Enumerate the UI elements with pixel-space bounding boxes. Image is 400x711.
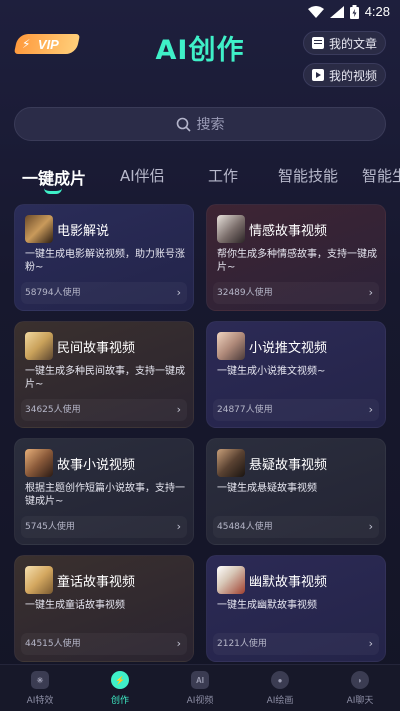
- chevron-right-icon: ›: [368, 520, 373, 533]
- usage-count: 2121人使用: [217, 639, 267, 649]
- card-thumbnail: [25, 332, 53, 360]
- wifi-icon: [307, 5, 324, 18]
- chevron-right-icon: ›: [368, 286, 373, 299]
- card-suspense-story[interactable]: 悬疑故事视频 一键生成悬疑故事视频 45484人使用 ›: [206, 438, 386, 545]
- nav-ai-chat[interactable]: ◗ AI聊天: [330, 671, 390, 706]
- my-articles-button[interactable]: 我的文章: [302, 31, 386, 55]
- tab-work[interactable]: 工作: [208, 165, 238, 186]
- usage-count: 24877人使用: [217, 405, 273, 415]
- card-title: 民间故事视频: [57, 341, 136, 356]
- palette-icon: ●: [271, 671, 289, 689]
- card-title: 悬疑故事视频: [249, 458, 328, 473]
- card-humor-story[interactable]: 幽默故事视频 一键生成幽默故事视频 2121人使用 ›: [206, 555, 386, 662]
- signal-icon: [329, 5, 344, 18]
- my-videos-button[interactable]: 我的视频: [302, 63, 386, 87]
- card-fairy-tale[interactable]: 童话故事视频 一键生成童话故事视频 44515人使用 ›: [14, 555, 194, 662]
- card-title: 情感故事视频: [249, 224, 328, 239]
- status-icons: 4:28: [307, 4, 390, 19]
- sparkle-icon: ✳: [31, 671, 49, 689]
- usage-count: 32489人使用: [217, 288, 273, 298]
- usage-count: 45484人使用: [217, 522, 273, 532]
- battery-icon: [349, 4, 359, 19]
- card-movie-commentary[interactable]: 电影解说 一键生成电影解说视频，助力账号涨粉~ 58794人使用 ›: [14, 204, 194, 311]
- search-placeholder: 搜索: [196, 117, 225, 133]
- ai-video-icon: AI: [191, 671, 209, 689]
- card-novel-promo[interactable]: 小说推文视频 一键生成小说推文视频~ 24877人使用 ›: [206, 321, 386, 428]
- bottom-nav: ✳ AI特效 ⚡ 创作 AI AI视频 ● AI绘画 ◗ AI聊天: [0, 664, 400, 711]
- my-articles-label: 我的文章: [328, 36, 377, 51]
- card-description: 一键生成小说推文视频~: [217, 366, 326, 377]
- card-title: 幽默故事视频: [249, 575, 328, 590]
- tab-smart-skills[interactable]: 智能技能: [278, 165, 338, 186]
- chevron-right-icon: ›: [176, 637, 181, 650]
- card-description: 帮你生成多种情感故事，支持一键成片~: [217, 249, 377, 273]
- card-thumbnail: [217, 449, 245, 477]
- card-title: 小说推文视频: [249, 341, 328, 356]
- chat-icon: ◗: [351, 671, 369, 689]
- video-play-icon: [311, 69, 324, 81]
- card-title: 电影解说: [57, 224, 110, 239]
- nav-label: AI视频: [186, 696, 214, 706]
- nav-label: AI特效: [26, 696, 54, 706]
- tab-smart-gen[interactable]: 智能生: [362, 165, 400, 186]
- card-description: 一键生成童话故事视频: [25, 600, 125, 611]
- card-emotional-story[interactable]: 情感故事视频 帮你生成多种情感故事，支持一键成片~ 32489人使用 ›: [206, 204, 386, 311]
- chevron-right-icon: ›: [176, 403, 181, 416]
- bolt-icon: ⚡: [111, 671, 129, 689]
- card-thumbnail: [25, 566, 53, 594]
- card-thumbnail: [217, 332, 245, 360]
- card-description: 一键生成电影解说视频，助力账号涨粉~: [25, 249, 185, 273]
- usage-count: 34625人使用: [25, 405, 81, 415]
- chevron-right-icon: ›: [368, 637, 373, 650]
- tab-indicator: [44, 188, 62, 194]
- search-icon: [176, 117, 191, 132]
- document-icon: [311, 37, 324, 49]
- card-description: 一键生成悬疑故事视频: [217, 483, 317, 494]
- card-title: 故事小说视频: [57, 458, 136, 473]
- nav-create[interactable]: ⚡ 创作: [90, 671, 150, 706]
- usage-count: 5745人使用: [25, 522, 75, 532]
- tab-one-click[interactable]: 一键成片: [22, 165, 86, 189]
- card-folk-story[interactable]: 民间故事视频 一键生成多种民间故事，支持一键成片~ 34625人使用 ›: [14, 321, 194, 428]
- nav-ai-effects[interactable]: ✳ AI特效: [10, 671, 70, 706]
- chevron-right-icon: ›: [368, 403, 373, 416]
- chevron-right-icon: ›: [176, 520, 181, 533]
- card-thumbnail: [217, 566, 245, 594]
- status-bar: 4:28: [0, 0, 400, 24]
- card-thumbnail: [25, 215, 53, 243]
- card-title: 童话故事视频: [57, 575, 136, 590]
- nav-ai-video[interactable]: AI AI视频: [170, 671, 230, 706]
- nav-label: AI绘画: [266, 696, 294, 706]
- card-description: 一键生成幽默故事视频: [217, 600, 317, 611]
- card-description: 根据主题创作短篇小说故事，支持一键成片~: [25, 483, 185, 507]
- search-input[interactable]: 搜索: [14, 107, 386, 141]
- card-story-novel[interactable]: 故事小说视频 根据主题创作短篇小说故事，支持一键成片~ 5745人使用 ›: [14, 438, 194, 545]
- usage-count: 44515人使用: [25, 639, 81, 649]
- chevron-right-icon: ›: [176, 286, 181, 299]
- nav-label: 创作: [110, 696, 129, 706]
- usage-count: 58794人使用: [25, 288, 81, 298]
- tab-ai-companion[interactable]: AI伴侣: [120, 165, 165, 186]
- nav-ai-painting[interactable]: ● AI绘画: [250, 671, 310, 706]
- card-thumbnail: [25, 449, 53, 477]
- card-thumbnail: [217, 215, 245, 243]
- status-time: 4:28: [364, 4, 390, 19]
- my-videos-label: 我的视频: [328, 68, 377, 83]
- card-description: 一键生成多种民间故事，支持一键成片~: [25, 366, 185, 390]
- nav-label: AI聊天: [346, 696, 374, 706]
